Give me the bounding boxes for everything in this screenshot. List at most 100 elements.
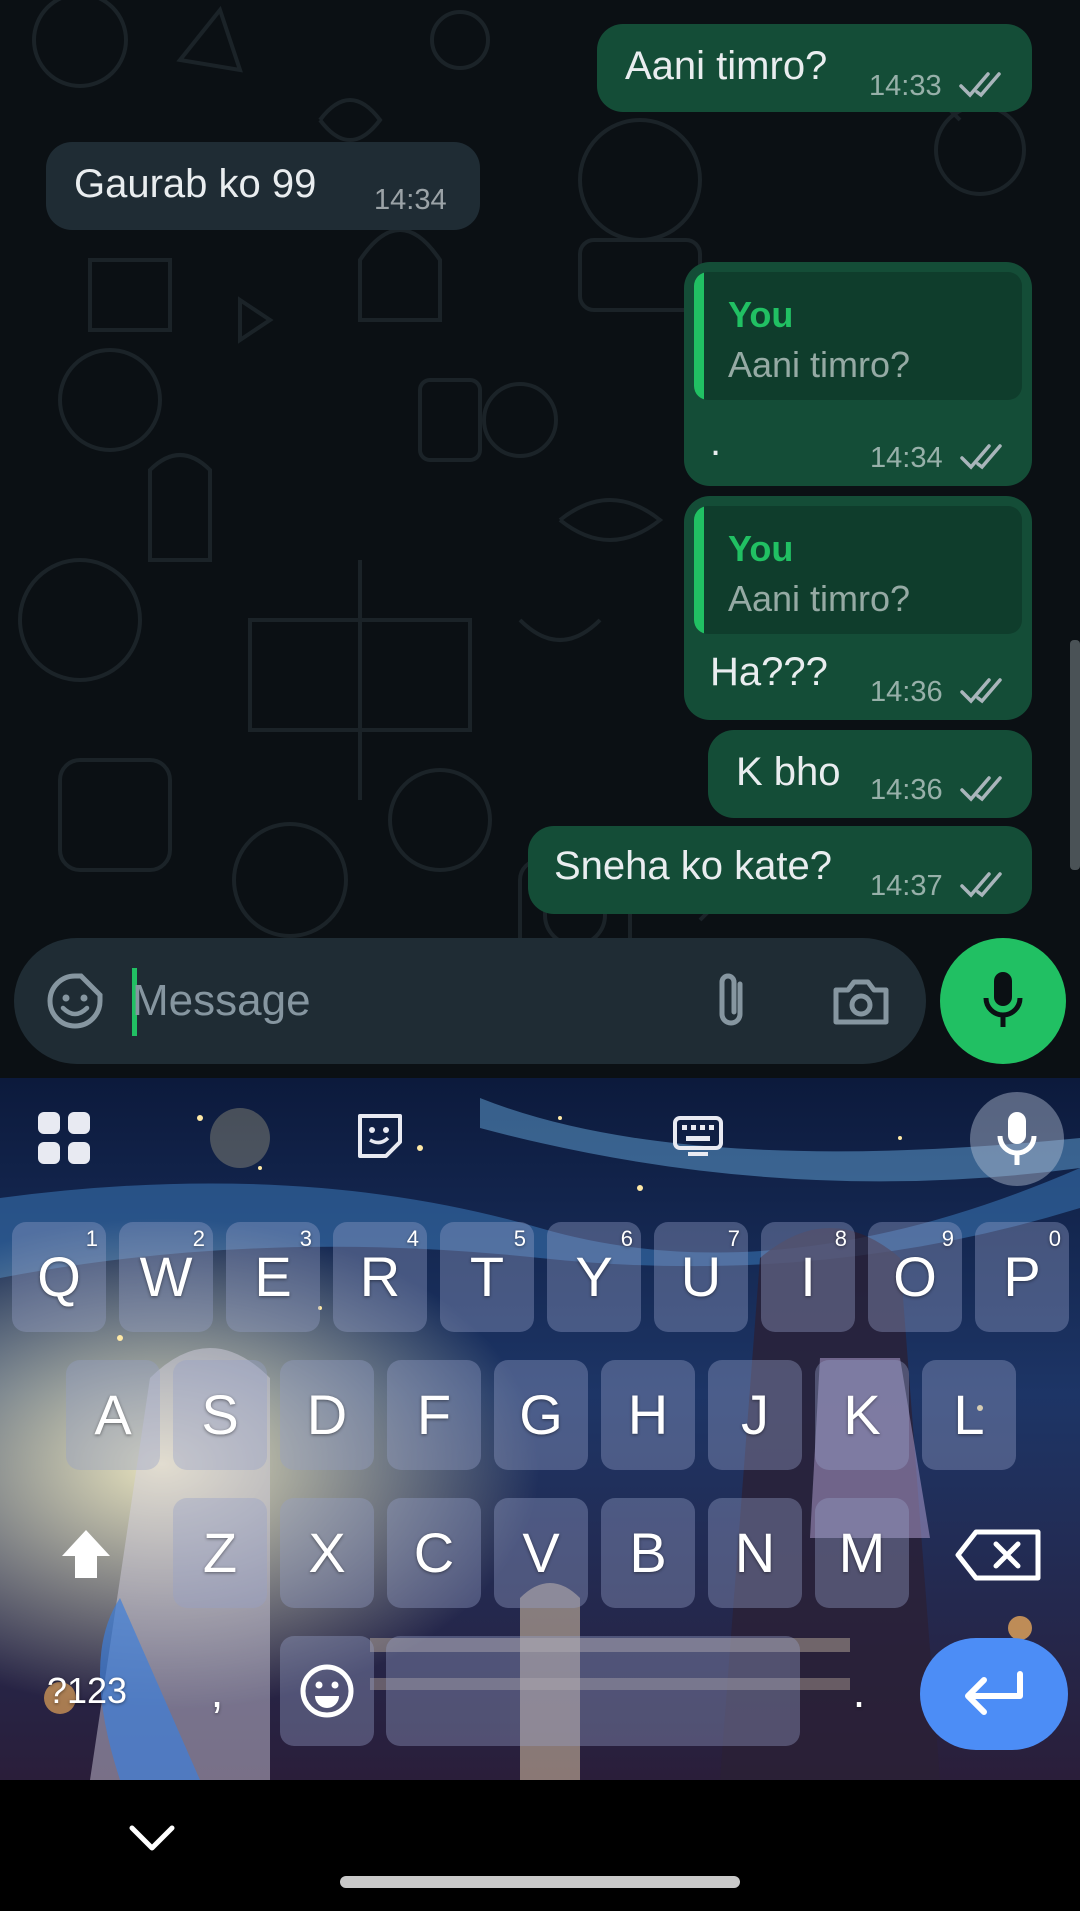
key-x[interactable]: X xyxy=(280,1498,374,1608)
key-b[interactable]: B xyxy=(601,1498,695,1608)
message-bubble-incoming[interactable]: Gaurab ko 99 14:34 xyxy=(46,142,480,230)
key-k[interactable]: K xyxy=(815,1360,909,1470)
message-bubble-outgoing[interactable]: Aani timro? 14:33 xyxy=(597,24,1032,112)
backspace-key[interactable] xyxy=(944,1498,1054,1608)
backspace-icon xyxy=(955,1529,1041,1581)
key-u[interactable]: U7 xyxy=(654,1222,748,1332)
message-time: 14:37 xyxy=(870,870,943,902)
key-label: Q xyxy=(37,1245,81,1308)
message-time: 14:36 xyxy=(870,774,943,806)
key-j[interactable]: J xyxy=(708,1360,802,1470)
key-v[interactable]: V xyxy=(494,1498,588,1608)
key-hint: 1 xyxy=(85,1226,98,1251)
message-composer[interactable] xyxy=(14,938,926,1064)
key-label: R xyxy=(359,1245,401,1308)
quote-accent-bar xyxy=(694,506,704,634)
on-screen-keyboard[interactable]: Q1 W2 E3 R4 T5 Y6 U7 I8 O9 P0 A S D F G … xyxy=(0,1078,1080,1780)
space-bar[interactable] xyxy=(386,1636,800,1746)
message-text: Sneha ko kate? xyxy=(554,844,832,888)
key-label: Y xyxy=(575,1245,613,1308)
key-hint: 4 xyxy=(406,1226,419,1251)
comma-key[interactable]: , xyxy=(172,1636,262,1746)
key-i[interactable]: I8 xyxy=(761,1222,855,1332)
camera-icon[interactable] xyxy=(828,968,894,1034)
message-text: Aani timro? xyxy=(625,44,828,88)
key-q[interactable]: Q1 xyxy=(12,1222,106,1332)
quote-text: Aani timro? xyxy=(728,344,911,385)
voice-message-button[interactable] xyxy=(940,938,1066,1064)
key-f[interactable]: F xyxy=(387,1360,481,1470)
message-time: 14:36 xyxy=(870,676,943,708)
key-z[interactable]: Z xyxy=(173,1498,267,1608)
message-bubble-outgoing-reply[interactable]: You Aani timro? . 14:34 xyxy=(684,262,1032,486)
enter-key[interactable] xyxy=(920,1638,1068,1750)
keyboard-icon[interactable] xyxy=(672,1110,724,1162)
message-text: K bho xyxy=(736,750,841,794)
message-input[interactable] xyxy=(132,964,692,1038)
message-text: Gaurab ko 99 xyxy=(74,162,317,206)
sticker-icon[interactable] xyxy=(354,1110,406,1162)
read-receipt-ticks-icon xyxy=(960,444,1002,470)
key-r[interactable]: R4 xyxy=(333,1222,427,1332)
microphone-icon xyxy=(997,1112,1037,1165)
key-hint: 3 xyxy=(299,1226,312,1251)
key-l[interactable]: L xyxy=(922,1360,1016,1470)
emoji-icon xyxy=(300,1664,354,1718)
navigation-bar xyxy=(0,1780,1080,1911)
read-receipt-ticks-icon xyxy=(960,776,1002,802)
key-s[interactable]: S xyxy=(173,1360,267,1470)
quote-author: You xyxy=(728,294,794,335)
key-y[interactable]: Y6 xyxy=(547,1222,641,1332)
message-text: . xyxy=(710,420,722,464)
shift-icon xyxy=(62,1530,110,1578)
sticker-icon[interactable] xyxy=(42,968,108,1034)
key-g[interactable]: G xyxy=(494,1360,588,1470)
paperclip-icon[interactable] xyxy=(700,968,766,1034)
message-bubble-outgoing[interactable]: K bho 14:36 xyxy=(708,730,1032,818)
enter-icon xyxy=(965,1671,1023,1715)
key-hint: 5 xyxy=(513,1226,526,1251)
quoted-message[interactable]: You Aani timro? xyxy=(694,506,1022,634)
key-p[interactable]: P0 xyxy=(975,1222,1069,1332)
shift-key[interactable] xyxy=(36,1498,136,1608)
key-h[interactable]: H xyxy=(601,1360,695,1470)
key-t[interactable]: T5 xyxy=(440,1222,534,1332)
key-n[interactable]: N xyxy=(708,1498,802,1608)
key-m[interactable]: M xyxy=(815,1498,909,1608)
microphone-icon xyxy=(983,972,1023,1027)
key-label: P xyxy=(1003,1245,1041,1308)
key-hint: 8 xyxy=(834,1226,847,1251)
gesture-handle[interactable] xyxy=(340,1876,740,1888)
key-label: U xyxy=(680,1245,722,1308)
key-o[interactable]: O9 xyxy=(868,1222,962,1332)
key-hint: 7 xyxy=(727,1226,740,1251)
quote-accent-bar xyxy=(694,272,704,400)
chat-scrollbar[interactable] xyxy=(1070,640,1080,870)
keyboard-hide-chevron-icon[interactable] xyxy=(128,1824,176,1854)
symbols-key[interactable]: ?123 xyxy=(22,1636,152,1746)
message-bubble-outgoing[interactable]: Sneha ko kate? 14:37 xyxy=(528,826,1032,914)
keyboard-voice-button[interactable] xyxy=(970,1092,1064,1186)
read-receipt-ticks-icon xyxy=(960,678,1002,704)
key-w[interactable]: W2 xyxy=(119,1222,213,1332)
message-bubble-outgoing-reply[interactable]: You Aani timro? Ha??? 14:36 xyxy=(684,496,1032,720)
quote-text: Aani timro? xyxy=(728,578,911,619)
key-hint: 9 xyxy=(941,1226,954,1251)
quoted-message[interactable]: You Aani timro? xyxy=(694,272,1022,400)
apps-grid-icon[interactable] xyxy=(36,1110,92,1166)
message-text: Ha??? xyxy=(710,650,828,694)
message-time: 14:33 xyxy=(869,70,942,102)
chat-area[interactable]: Aani timro? 14:33 Gaurab ko 99 14:34 You… xyxy=(0,0,1080,1078)
key-a[interactable]: A xyxy=(66,1360,160,1470)
key-label: W xyxy=(139,1245,193,1308)
message-time: 14:34 xyxy=(870,442,943,474)
key-label: T xyxy=(469,1245,505,1308)
key-label: I xyxy=(800,1245,816,1308)
key-c[interactable]: C xyxy=(387,1498,481,1608)
key-e[interactable]: E3 xyxy=(226,1222,320,1332)
key-hint: 6 xyxy=(620,1226,633,1251)
key-hint: 2 xyxy=(192,1226,205,1251)
period-key[interactable]: . xyxy=(812,1636,906,1746)
key-d[interactable]: D xyxy=(280,1360,374,1470)
emoji-key[interactable] xyxy=(280,1636,374,1746)
